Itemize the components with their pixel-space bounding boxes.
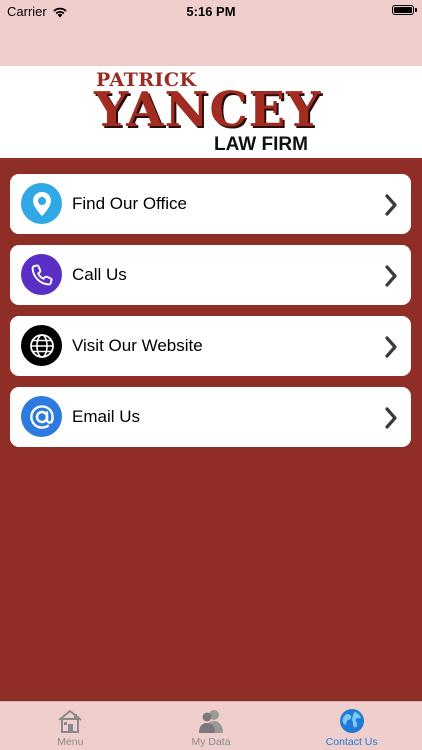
home-icon xyxy=(58,710,82,733)
status-time: 5:16 PM xyxy=(186,4,236,19)
status-bar: Carrier 5:16 PM xyxy=(0,0,422,22)
tab-my-data[interactable]: My Data xyxy=(141,702,282,750)
logo-banner: PATRICK YANCEY LAW FIRM xyxy=(0,66,422,158)
email-us-label: Email Us xyxy=(72,407,141,426)
navigation-bar xyxy=(0,22,422,66)
battery-tip xyxy=(415,8,417,12)
call-us-label: Call Us xyxy=(72,265,127,284)
visit-our-website-button[interactable]: Visit Our Website xyxy=(10,316,411,376)
contact-menu-list: Find Our Office Call Us Visit Our Websit… xyxy=(10,174,411,458)
find-our-office-label: Find Our Office xyxy=(72,194,187,213)
location-pin-icon xyxy=(21,183,62,224)
tab-bar: Menu My Data Contact Us xyxy=(0,701,422,750)
logo-line-law-firm: LAW FIRM xyxy=(214,134,308,155)
globe-icon xyxy=(339,709,364,733)
phone-icon xyxy=(21,254,62,295)
chevron-right-icon xyxy=(385,407,397,429)
email-us-button[interactable]: Email Us xyxy=(10,387,411,447)
user-icon xyxy=(199,710,223,733)
chevron-right-icon xyxy=(385,336,397,358)
tab-my-data-label: My Data xyxy=(191,736,231,748)
globe-icon xyxy=(21,325,62,366)
battery-icon xyxy=(392,5,414,15)
call-us-button[interactable]: Call Us xyxy=(10,245,411,305)
visit-our-website-label: Visit Our Website xyxy=(72,336,203,355)
tab-menu-label: Menu xyxy=(57,736,84,748)
chevron-right-icon xyxy=(385,265,397,287)
find-our-office-button[interactable]: Find Our Office xyxy=(10,174,411,234)
tab-menu[interactable]: Menu xyxy=(0,702,141,750)
tab-contact-us-label: Contact Us xyxy=(325,736,378,748)
logo-line-yancey: YANCEY xyxy=(94,82,322,138)
chevron-right-icon xyxy=(385,194,397,216)
tab-contact-us[interactable]: Contact Us xyxy=(281,702,422,750)
at-sign-icon xyxy=(21,396,62,437)
